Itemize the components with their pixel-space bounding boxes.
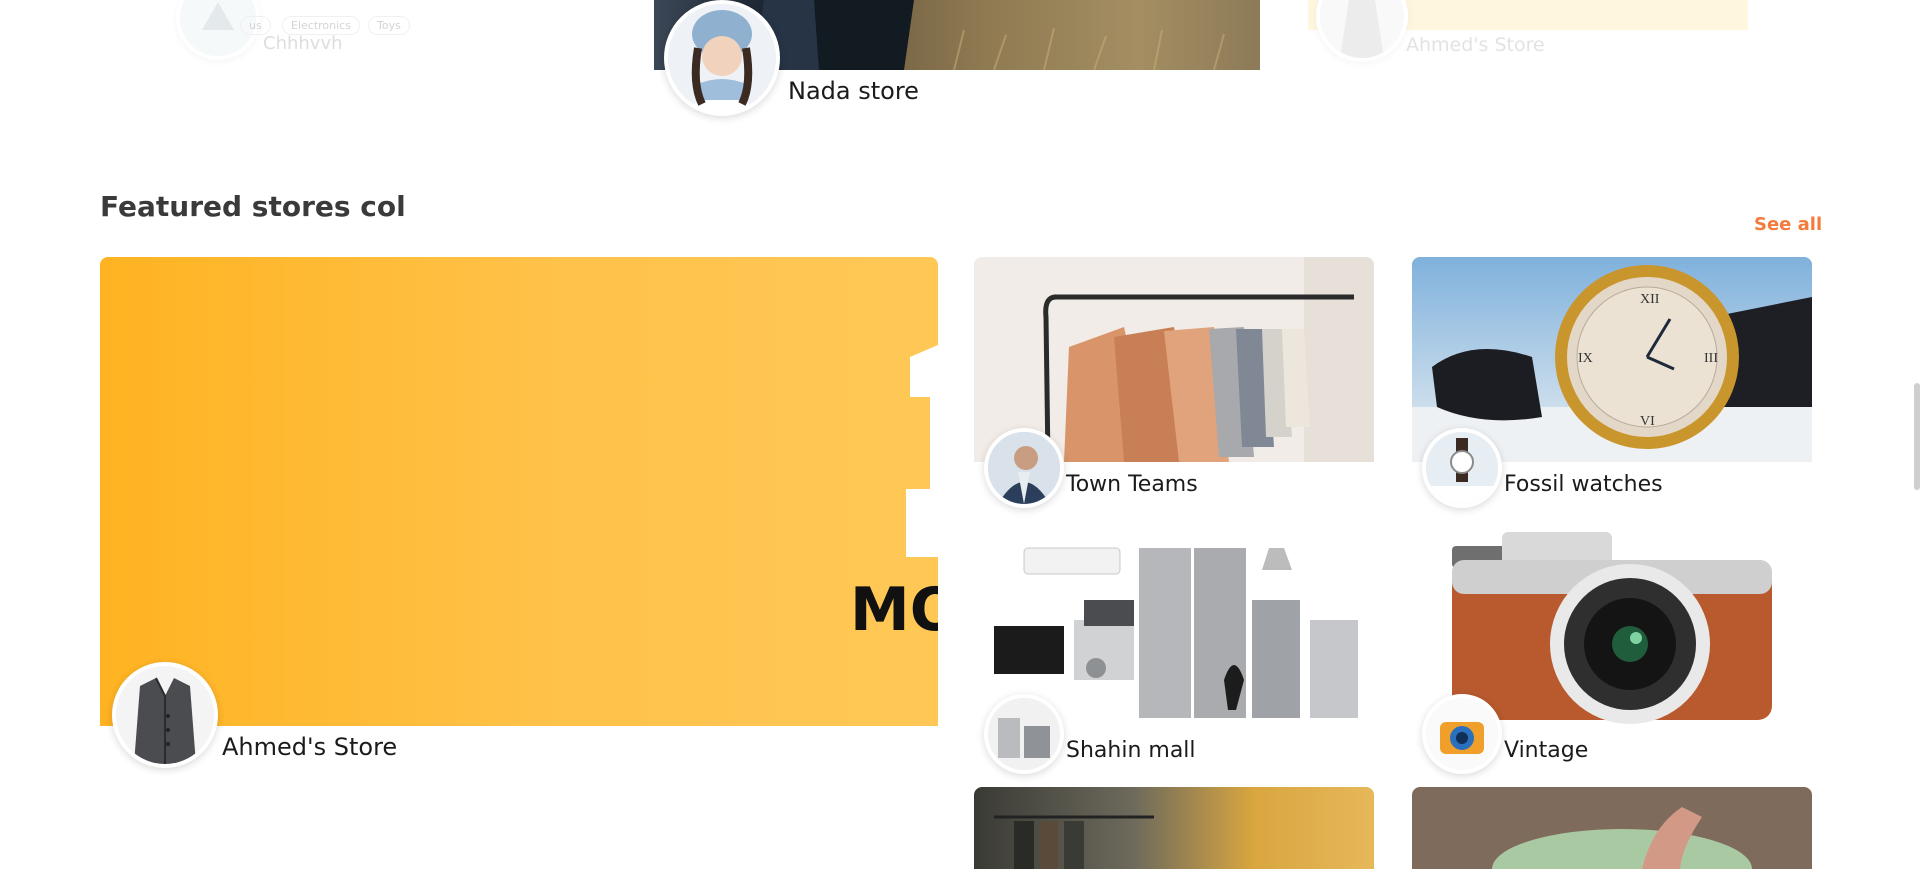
- svg-text:III: III: [1704, 351, 1718, 366]
- svg-text:VI: VI: [1640, 414, 1655, 429]
- store-name: Chhhvvh: [263, 33, 343, 54]
- see-all-link[interactable]: See all: [1754, 214, 1822, 235]
- store-name: Ahmed's Store: [1406, 34, 1545, 56]
- store-avatar: [984, 694, 1064, 774]
- store-avatar: [112, 662, 218, 768]
- page-scrollbar[interactable]: [1914, 383, 1920, 490]
- store-banner: [1412, 787, 1812, 869]
- store-name: Vintage: [1504, 738, 1589, 763]
- banner-text: MO: [850, 575, 938, 645]
- store-name: Town Teams: [1066, 472, 1198, 497]
- store-avatar: [984, 428, 1064, 508]
- store-name: Nada store: [788, 77, 919, 105]
- store-name: Fossil watches: [1504, 472, 1663, 497]
- store-avatar: [664, 0, 780, 116]
- store-banner: [974, 787, 1374, 869]
- section-title: Featured stores col: [100, 190, 406, 223]
- store-avatar: [1422, 428, 1502, 508]
- store-name: Shahin mall: [1066, 738, 1196, 763]
- svg-text:XII: XII: [1640, 292, 1660, 307]
- store-avatar: [1316, 0, 1408, 62]
- tag-chip[interactable]: Toys: [368, 16, 410, 35]
- store-avatar: [1422, 694, 1502, 774]
- store-name: Ahmed's Store: [222, 733, 398, 761]
- store-banner: MO: [100, 257, 938, 726]
- svg-text:IX: IX: [1578, 351, 1593, 366]
